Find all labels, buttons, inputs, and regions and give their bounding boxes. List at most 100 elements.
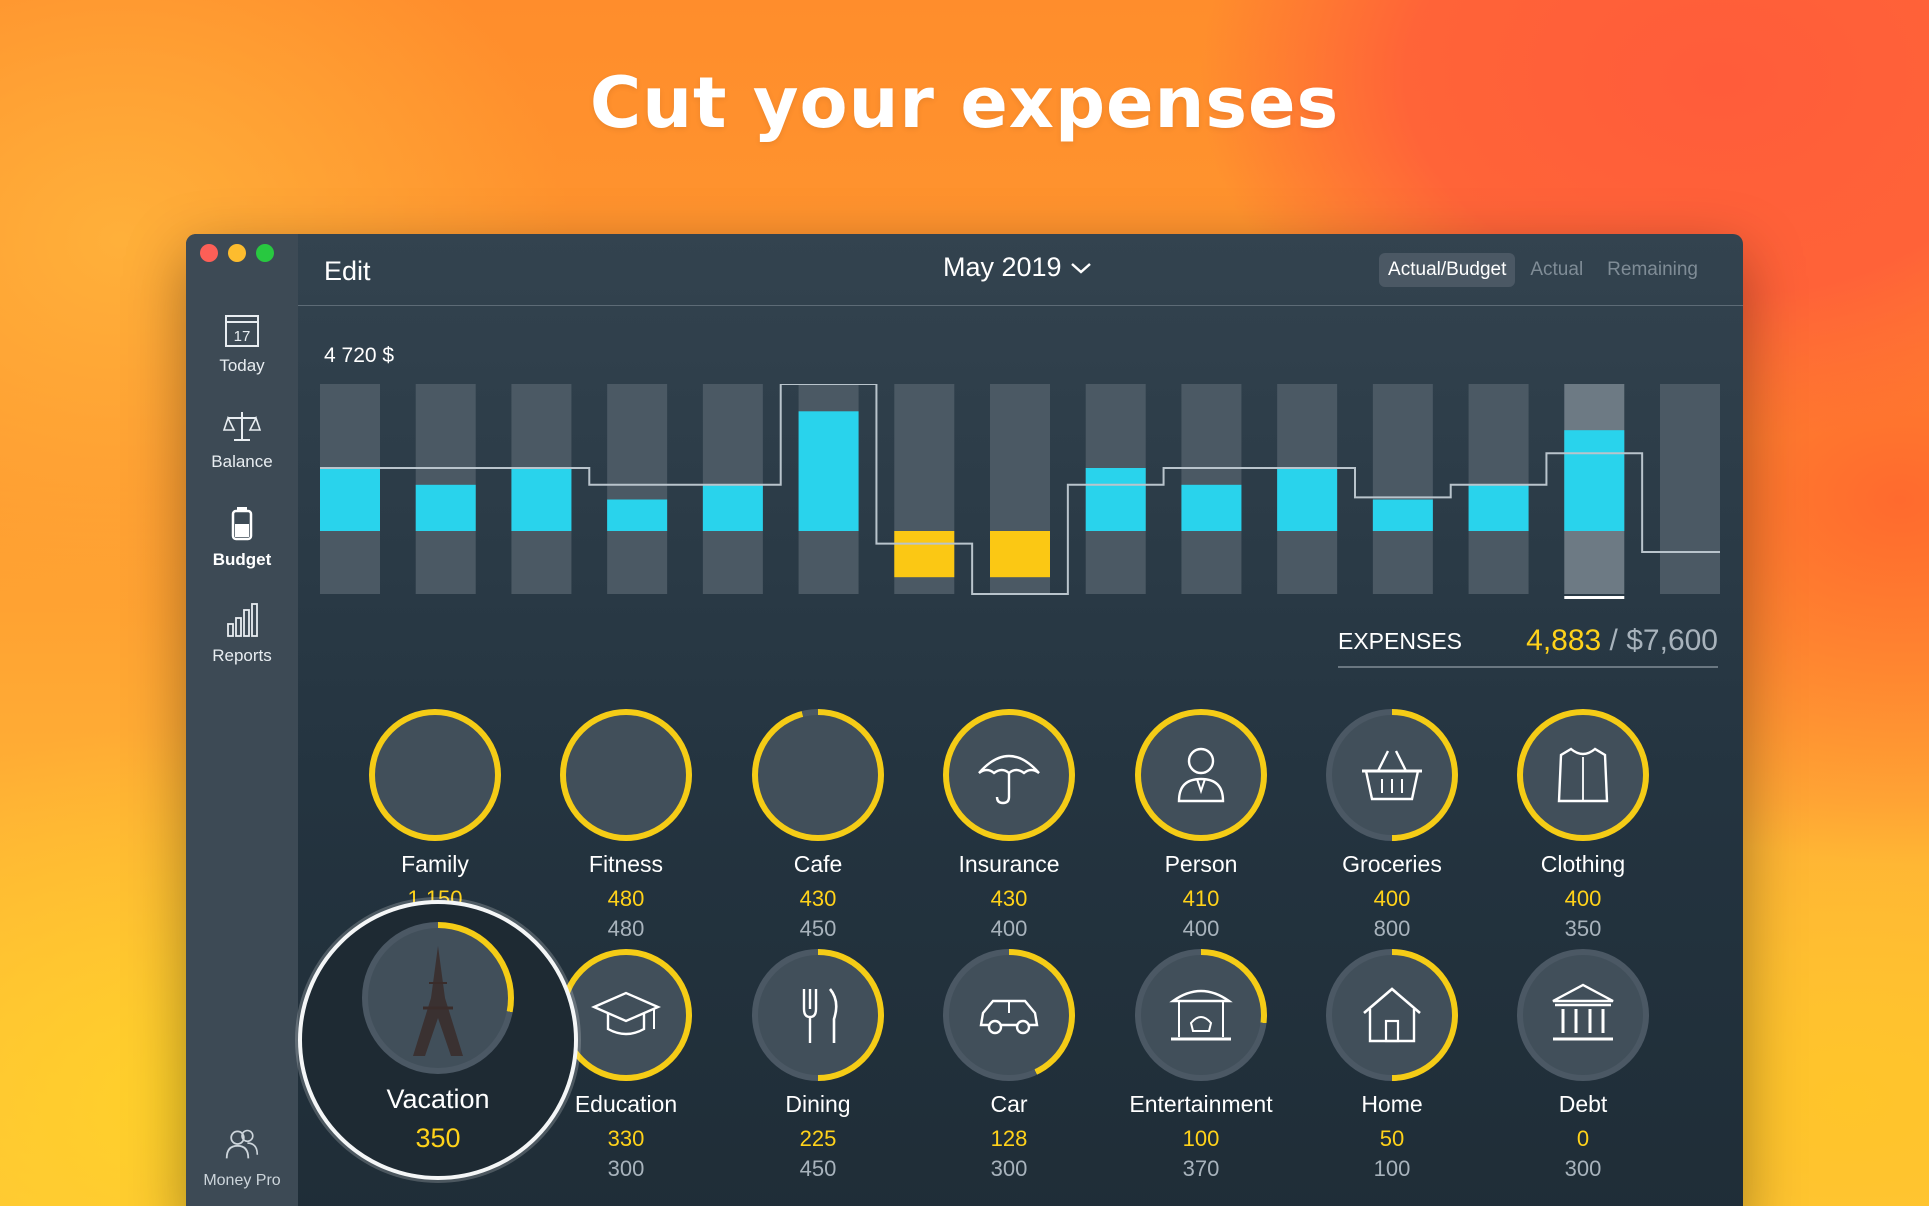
battery-icon: [231, 507, 253, 541]
chart-bar-fill: [1468, 484, 1529, 531]
category-name: Vacation: [386, 1084, 490, 1114]
car-icon: [979, 999, 1039, 1035]
category-family[interactable]: Family 1 150: [345, 709, 525, 916]
groceries-progress-ring: [1326, 709, 1458, 841]
category-debt[interactable]: Debt 0 300: [1493, 949, 1673, 1182]
category-cafe[interactable]: Cafe 430 450: [728, 709, 908, 942]
segment-actual[interactable]: Actual: [1521, 253, 1592, 287]
month-picker[interactable]: May 2019: [943, 252, 1092, 283]
person-progress-ring: [1135, 709, 1267, 841]
segment-remaining[interactable]: Remaining: [1598, 253, 1707, 287]
category-actual: 480: [607, 886, 645, 911]
chart-bar-bg[interactable]: [1372, 384, 1433, 594]
category-name: Entertainment: [1129, 1091, 1273, 1117]
budget-chart: [320, 384, 1720, 599]
category-home[interactable]: Home 50 100: [1302, 949, 1482, 1182]
graduation-cap-icon: [566, 955, 686, 1075]
category-actual: 430: [799, 886, 837, 911]
users-icon: [225, 1129, 259, 1159]
dining-progress-ring: [752, 949, 884, 1081]
shirt-icon: [1557, 747, 1609, 803]
sidebar-item-budget[interactable]: Budget: [186, 504, 298, 570]
category-budget: 350: [1564, 916, 1602, 941]
chart-bar-fill: [320, 468, 380, 531]
zoom-button[interactable]: [256, 244, 274, 262]
category-insurance[interactable]: Insurance 430 400: [919, 709, 1099, 942]
minimize-button[interactable]: [228, 244, 246, 262]
sidebar-item-label: Budget: [212, 550, 272, 569]
entertainment-progress-ring: [1135, 949, 1267, 1081]
category-actual: 400: [1373, 886, 1411, 911]
category-budget: 800: [1373, 916, 1411, 941]
fork-knife-icon: [758, 955, 878, 1075]
segment-actual-budget[interactable]: Actual/Budget: [1379, 253, 1516, 287]
edit-button[interactable]: Edit: [324, 256, 371, 287]
carousel-icon: [1141, 955, 1261, 1075]
debt-progress-ring: [1517, 949, 1649, 1081]
umbrella-icon: [949, 715, 1069, 835]
category-budget: 370: [1182, 1156, 1220, 1181]
category-clothing[interactable]: Clothing 400 350: [1493, 709, 1673, 942]
view-mode-segmented-control: Actual/Budget Actual Remaining: [1379, 253, 1707, 287]
category-name: Cafe: [793, 851, 843, 877]
category-budget: 480: [607, 916, 645, 941]
chart-bar-fill: [1085, 468, 1146, 531]
fitness-progress-ring: [560, 709, 692, 841]
category-name: Groceries: [1342, 851, 1442, 877]
category-car[interactable]: Car 128 300: [919, 949, 1099, 1182]
chart-bar-fill: [1181, 484, 1242, 531]
category-dining[interactable]: Dining 225 450: [728, 949, 908, 1182]
category-name: Dining: [785, 1091, 851, 1117]
fitness-photo: [566, 715, 686, 835]
scales-icon: [222, 412, 262, 441]
chart-bar-fill: [894, 531, 955, 578]
chart-bar-fill: [607, 499, 668, 531]
category-budget: 400: [990, 916, 1028, 941]
chart-bar-fill: [415, 484, 476, 531]
category-actual: 50: [1379, 1126, 1405, 1151]
category-entertainment[interactable]: Entertainment 100 370: [1111, 949, 1291, 1182]
category-fitness[interactable]: Fitness 480 480: [536, 709, 716, 942]
close-button[interactable]: [200, 244, 218, 262]
cafe-photo: [758, 715, 878, 835]
chart-bar-fill: [702, 484, 763, 531]
sidebar-item-reports[interactable]: Reports: [186, 600, 298, 666]
category-actual: 100: [1182, 1126, 1220, 1151]
carousel-icon: [1169, 989, 1233, 1041]
sidebar-item-label: Today: [219, 356, 265, 375]
chart-bar-bg[interactable]: [1660, 384, 1720, 594]
category-actual: 128: [990, 1126, 1028, 1151]
category-name: Fitness: [588, 851, 664, 877]
education-progress-ring: [560, 949, 692, 1081]
sidebar-item-today[interactable]: 17 Today: [186, 310, 298, 376]
expenses-budget: $7,600: [1626, 624, 1718, 657]
basket-icon: [1362, 750, 1422, 801]
category-budget: 450: [799, 916, 837, 941]
chart-bar-bg[interactable]: [607, 384, 668, 594]
eiffel-photo: [368, 928, 508, 1068]
category-name: Clothing: [1540, 851, 1626, 877]
calendar-day: 17: [234, 328, 251, 345]
chart-bar-fill: [990, 531, 1050, 578]
chart-bar-fill: [511, 468, 572, 531]
sidebar-item-balance[interactable]: Balance: [186, 406, 298, 472]
expenses-summary: EXPENSES 4,883 / $7,600: [1338, 616, 1718, 668]
chart-selected-indicator: [1564, 596, 1625, 599]
eiffel-tower-icon: [413, 946, 463, 1056]
category-person[interactable]: Person 410 400: [1111, 709, 1291, 942]
chart-bar-fill: [1277, 468, 1338, 531]
clothing-progress-ring: [1517, 709, 1649, 841]
category-vacation-spotlight[interactable]: Vacation 350: [298, 900, 578, 1180]
fork-knife-icon: [802, 988, 838, 1043]
category-name: Family: [401, 851, 469, 877]
bank-icon: [1552, 983, 1614, 1041]
family-photo: [375, 715, 495, 835]
expenses-value: 4,883 / $7,600: [1526, 624, 1718, 658]
category-groceries[interactable]: Groceries 400 800: [1302, 709, 1482, 942]
chevron-down-icon: [1070, 262, 1091, 274]
chart-bar-fill: [798, 411, 859, 531]
category-name: Insurance: [958, 851, 1060, 877]
sidebar-item-label: Reports: [212, 646, 272, 665]
category-budget: 100: [1373, 1156, 1411, 1181]
shirt-icon: [1523, 715, 1643, 835]
